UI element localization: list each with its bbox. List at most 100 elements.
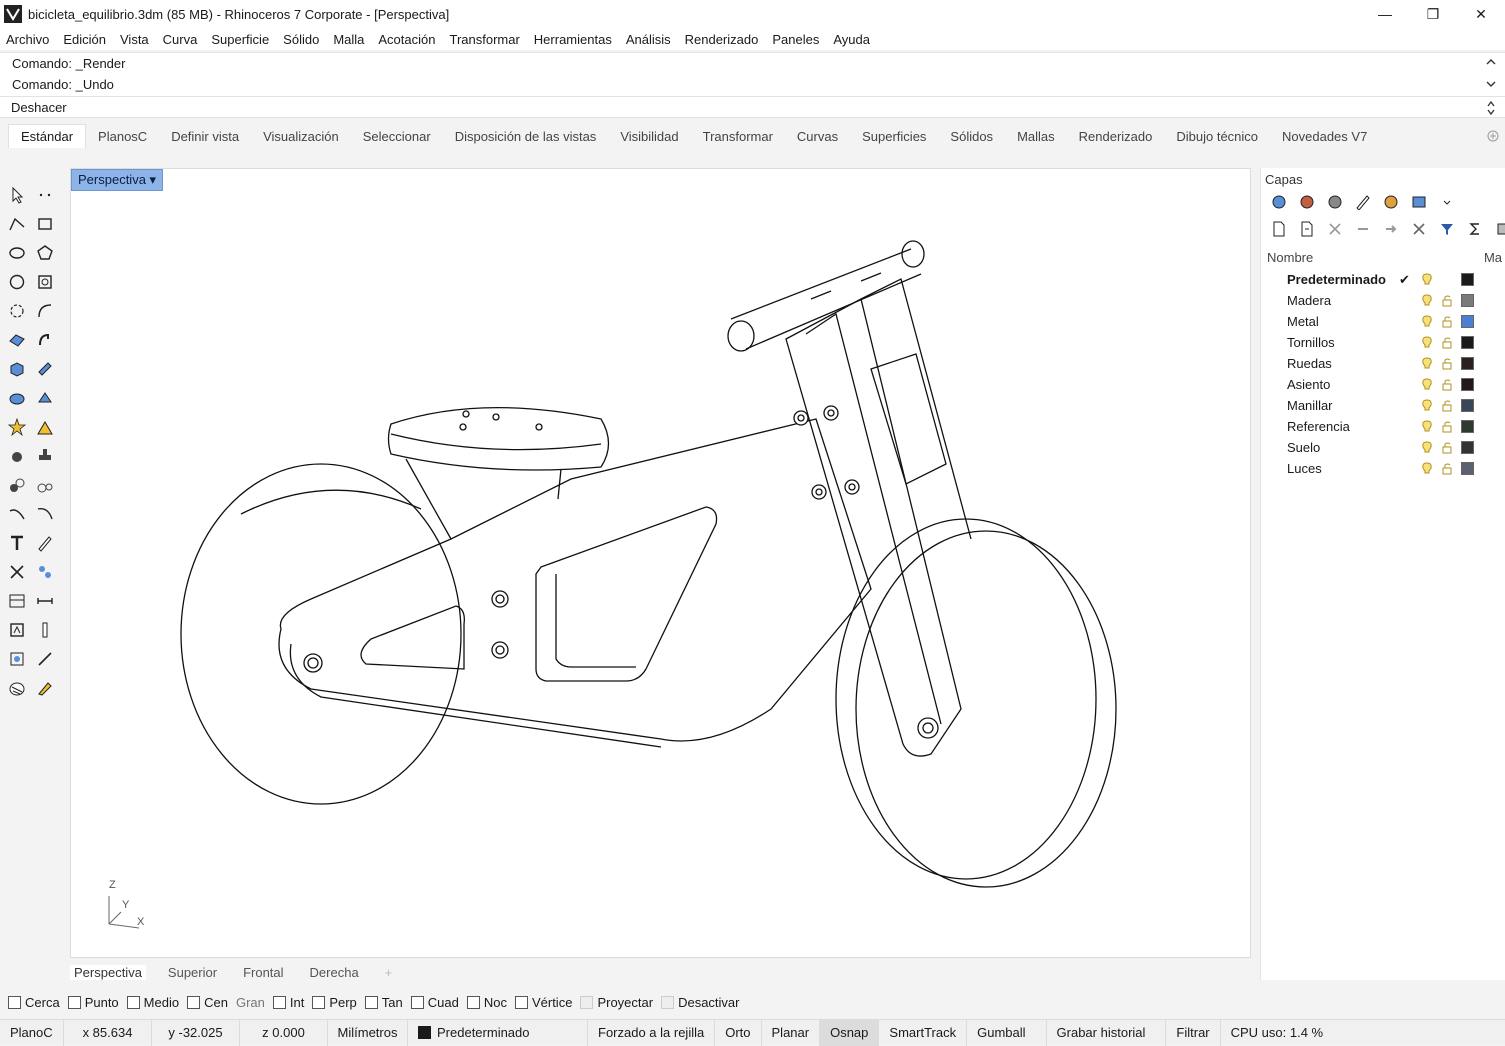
- unlocked-icon[interactable]: [1441, 421, 1453, 433]
- osnap-perp[interactable]: Perp: [312, 995, 357, 1010]
- sum-icon[interactable]: [1461, 219, 1489, 239]
- layout-icon[interactable]: [4, 588, 30, 614]
- perspective-viewport[interactable]: Perspectiva ▾ Z Y X: [70, 168, 1251, 958]
- solid-box-icon[interactable]: [4, 356, 30, 382]
- block-icon[interactable]: [4, 617, 30, 643]
- tab-solidos[interactable]: Sólidos: [938, 125, 1005, 148]
- view-tab-derecha[interactable]: Derecha: [306, 965, 363, 980]
- arc-icon[interactable]: [32, 298, 58, 324]
- circle-icon[interactable]: [4, 269, 30, 295]
- tab-transformar[interactable]: Transformar: [691, 125, 785, 148]
- zebra-icon[interactable]: [4, 675, 30, 701]
- osnap-tan[interactable]: Tan: [364, 995, 403, 1010]
- layer-color-swatch[interactable]: [1461, 420, 1474, 433]
- light-bulb-icon[interactable]: [1421, 461, 1433, 476]
- status-history[interactable]: Grabar historial: [1047, 1019, 1167, 1046]
- new-sublayer-icon[interactable]: [1293, 219, 1321, 239]
- panel-menu-icon[interactable]: [1433, 192, 1461, 212]
- analyze-icon[interactable]: [32, 617, 58, 643]
- checkbox[interactable]: [514, 995, 528, 1009]
- render-tab-icon[interactable]: [1321, 192, 1349, 212]
- menu-acotacion[interactable]: Acotación: [378, 32, 435, 47]
- tab-dibujo-tecnico[interactable]: Dibujo técnico: [1164, 125, 1270, 148]
- view-tab-superior[interactable]: Superior: [164, 965, 221, 980]
- layer-row[interactable]: Madera: [1265, 290, 1501, 311]
- dimension-icon[interactable]: [32, 588, 58, 614]
- delete-layer-icon[interactable]: [1321, 219, 1349, 239]
- view-tab-perspectiva[interactable]: Perspectiva: [70, 964, 146, 980]
- command-prompt[interactable]: Deshacer: [0, 96, 1505, 118]
- light-bulb-icon[interactable]: [1421, 356, 1433, 371]
- circle-3pt-icon[interactable]: [4, 298, 30, 324]
- pen-icon[interactable]: [32, 530, 58, 556]
- unlocked-icon[interactable]: [1441, 400, 1453, 412]
- unlocked-icon[interactable]: [1441, 442, 1453, 454]
- maximize-button[interactable]: ❐: [1409, 0, 1457, 28]
- status-filter[interactable]: Filtrar: [1166, 1019, 1221, 1046]
- layer-color-swatch[interactable]: [1461, 462, 1474, 475]
- group-icon[interactable]: [4, 472, 30, 498]
- scroll-up-icon[interactable]: [1485, 57, 1497, 67]
- current-layer-check-icon[interactable]: ✔: [1399, 272, 1410, 288]
- light-bulb-icon[interactable]: [1421, 398, 1433, 413]
- pencil-tab-icon[interactable]: [1349, 192, 1377, 212]
- light-bulb-icon[interactable]: [1421, 335, 1433, 350]
- menu-paneles[interactable]: Paneles: [772, 32, 819, 47]
- status-units[interactable]: Milímetros: [328, 1019, 408, 1046]
- view-tab-frontal[interactable]: Frontal: [239, 965, 287, 980]
- revolve-icon[interactable]: [32, 327, 58, 353]
- layer-row[interactable]: Tornillos: [1265, 332, 1501, 353]
- osnap-cuad[interactable]: Cuad: [410, 995, 459, 1010]
- osnap-int[interactable]: Int: [272, 995, 304, 1010]
- tab-mallas[interactable]: Mallas: [1005, 125, 1067, 148]
- checkbox[interactable]: [272, 995, 286, 1009]
- layer-color-swatch[interactable]: [1461, 273, 1474, 286]
- light-bulb-icon[interactable]: [1421, 272, 1433, 287]
- menu-transformar[interactable]: Transformar: [449, 32, 519, 47]
- paint-icon[interactable]: [32, 675, 58, 701]
- display-tab-icon[interactable]: [1405, 192, 1433, 212]
- add-view-tab-button[interactable]: +: [381, 965, 397, 980]
- surface-icon[interactable]: [4, 327, 30, 353]
- osnap-vertice[interactable]: Vértice: [514, 995, 572, 1010]
- unlocked-icon[interactable]: [1441, 316, 1453, 328]
- status-osnap[interactable]: Osnap: [820, 1019, 880, 1046]
- light-bulb-icon[interactable]: [1421, 440, 1433, 455]
- menu-renderizado[interactable]: Renderizado: [685, 32, 759, 47]
- checkbox[interactable]: [466, 995, 480, 1009]
- mesh-icon[interactable]: [4, 385, 30, 411]
- tab-novedades-v7[interactable]: Novedades V7: [1270, 125, 1379, 148]
- materials-tab-icon[interactable]: [1377, 192, 1405, 212]
- viewport-label[interactable]: Perspectiva ▾: [71, 169, 164, 191]
- status-planar[interactable]: Planar: [762, 1019, 821, 1046]
- layer-states-icon[interactable]: [1489, 219, 1505, 239]
- array-icon[interactable]: [32, 559, 58, 585]
- menu-edicion[interactable]: Edición: [63, 32, 106, 47]
- tab-disposicion[interactable]: Disposición de las vistas: [443, 125, 609, 148]
- unlocked-icon[interactable]: [1441, 295, 1453, 307]
- layer-row[interactable]: Manillar: [1265, 395, 1501, 416]
- light-icon[interactable]: [4, 414, 30, 440]
- checkbox[interactable]: [8, 995, 21, 1009]
- menu-solido[interactable]: Sólido: [283, 32, 319, 47]
- menu-superficie[interactable]: Superficie: [211, 32, 269, 47]
- layer-color-swatch[interactable]: [1461, 399, 1474, 412]
- spin-arrows-icon[interactable]: [1485, 99, 1497, 117]
- layer-row[interactable]: Asiento: [1265, 374, 1501, 395]
- osnap-medio[interactable]: Medio: [126, 995, 179, 1010]
- checkbox[interactable]: [67, 995, 81, 1009]
- layer-color-swatch[interactable]: [1461, 441, 1474, 454]
- tab-curvas[interactable]: Curvas: [785, 125, 850, 148]
- menu-analisis[interactable]: Análisis: [626, 32, 671, 47]
- osnap-gran[interactable]: Gran: [236, 995, 265, 1010]
- close-button[interactable]: ✕: [1457, 0, 1505, 28]
- layer-row[interactable]: Metal: [1265, 311, 1501, 332]
- status-ortho[interactable]: Orto: [715, 1019, 762, 1046]
- layer-color-swatch[interactable]: [1461, 294, 1474, 307]
- checkbox[interactable]: [661, 995, 675, 1009]
- light-bulb-icon[interactable]: [1421, 419, 1433, 434]
- light-bulb-icon[interactable]: [1421, 314, 1433, 329]
- checkbox[interactable]: [580, 995, 594, 1009]
- menu-curva[interactable]: Curva: [163, 32, 198, 47]
- menu-malla[interactable]: Malla: [333, 32, 364, 47]
